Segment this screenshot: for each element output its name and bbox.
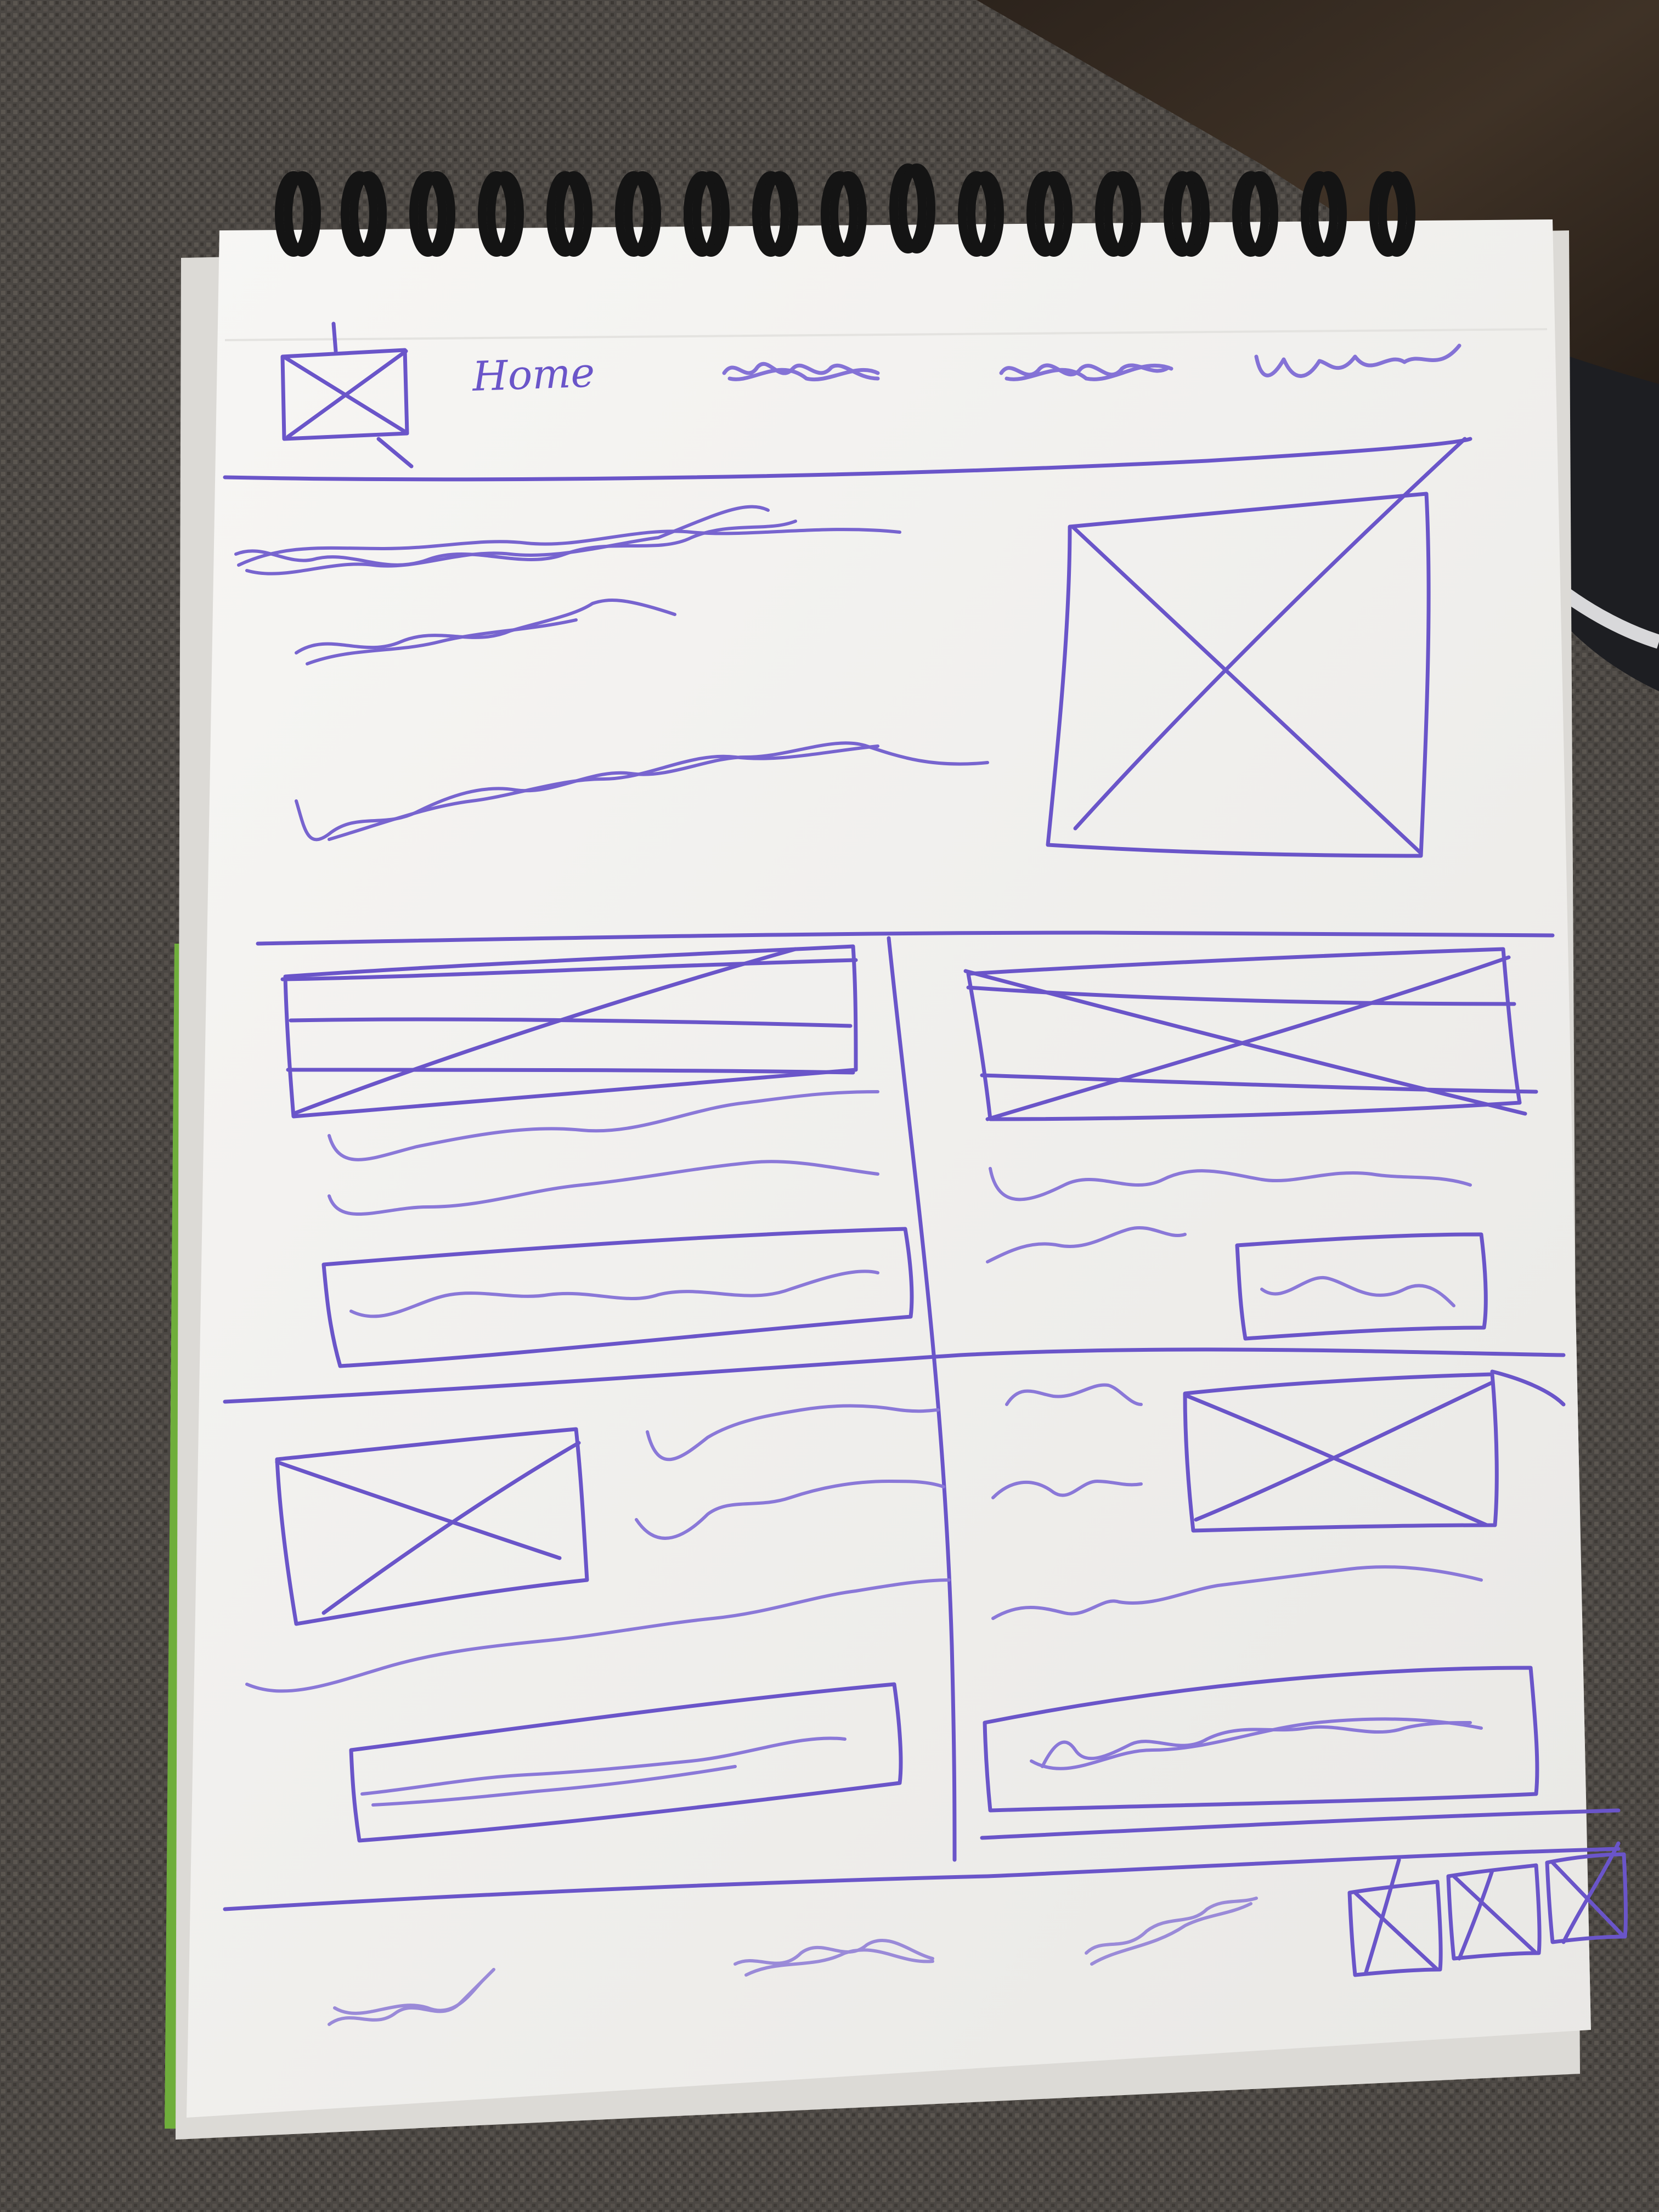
paper-sheet <box>187 219 1591 2118</box>
nav-item-home[interactable]: Home <box>471 349 596 400</box>
notebook-photo: Home <box>0 0 1659 2212</box>
